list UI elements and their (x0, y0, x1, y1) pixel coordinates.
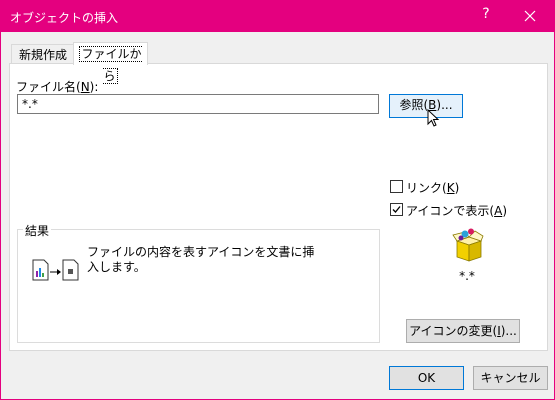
file-name-label: ファイル名(N): (16, 80, 99, 94)
change-icon-button[interactable]: アイコンの変更(I)... (406, 319, 520, 343)
display-as-icon-label[interactable]: アイコンで表示(A) (406, 202, 507, 219)
insert-file-as-icon-icon (32, 259, 79, 281)
link-checkbox[interactable] (390, 180, 403, 193)
mouse-cursor-icon (427, 109, 440, 127)
display-as-icon-checkbox[interactable] (390, 203, 403, 216)
close-button[interactable] (515, 5, 545, 27)
checkmark-icon (392, 206, 401, 213)
window-title: オブジェクトの挿入 (10, 11, 119, 25)
cancel-button[interactable]: キャンセル (473, 366, 548, 390)
icon-preview: *.* (447, 227, 487, 283)
tab-new[interactable]: 新規作成 (11, 44, 75, 65)
browse-button[interactable]: 参照(B)... (389, 94, 463, 118)
link-label[interactable]: リンク(K) (406, 179, 459, 196)
insert-object-dialog: オブジェクトの挿入 ? 新規作成 ファイルから ファイル名(N): *.* 参照… (0, 0, 555, 400)
result-description: ファイルの内容を表すアイコンを文書に挿入します。 (87, 245, 315, 274)
title-bar: オブジェクトの挿入 ? (1, 1, 555, 32)
help-button[interactable]: ? (471, 6, 501, 26)
close-icon (524, 10, 536, 22)
package-icon (452, 228, 484, 262)
file-name-input[interactable]: *.* (17, 94, 379, 114)
result-group-title: 結果 (23, 222, 52, 239)
ok-button[interactable]: OK (389, 366, 464, 390)
preview-caption: *.* (459, 269, 475, 283)
tab-from-file[interactable]: ファイルから (73, 42, 148, 84)
